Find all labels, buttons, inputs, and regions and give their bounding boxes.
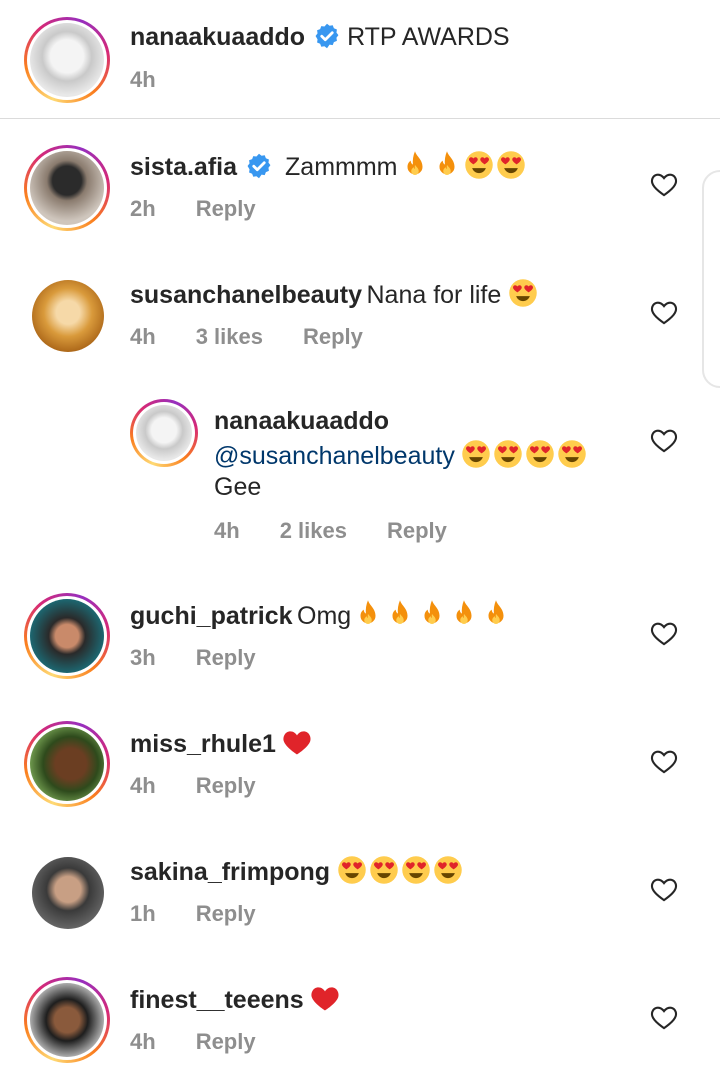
comment-time: 1h: [130, 901, 156, 926]
fire-emoji-icon: [481, 599, 511, 629]
like-heart-icon[interactable]: [650, 299, 678, 325]
comment-text: Nana for life: [366, 281, 502, 309]
commenter-avatar[interactable]: [24, 721, 110, 807]
comment-username[interactable]: finest__teeens: [130, 986, 304, 1014]
commenter-avatar[interactable]: [24, 977, 110, 1063]
heart-eyes-emoji-icon: [557, 439, 587, 469]
comment-username[interactable]: miss_rhule1: [130, 730, 276, 758]
fire-emoji-icon: [353, 599, 383, 629]
comment-time: 4h: [130, 324, 156, 349]
comment-meta: 4h Reply: [130, 1029, 296, 1055]
heart-eyes-emoji-icon: [461, 439, 491, 469]
caption-time: 4h: [130, 67, 156, 92]
fire-emoji-icon: [417, 599, 447, 629]
red-heart-emoji-icon: [282, 727, 312, 757]
comment-username[interactable]: sakina_frimpong: [130, 858, 330, 886]
heart-eyes-emoji-icon: [401, 855, 431, 885]
heart-eyes-emoji-icon: [496, 150, 526, 180]
fire-emoji-icon: [432, 150, 462, 180]
commenter-avatar[interactable]: [32, 280, 104, 352]
heart-eyes-emoji-icon: [525, 439, 555, 469]
comment-meta: 4h 3 likes Reply: [130, 324, 403, 350]
comment-text: Omg: [297, 602, 352, 630]
reply-button[interactable]: Reply: [196, 196, 256, 221]
heart-eyes-emoji-icon: [433, 855, 463, 885]
comment-text: Gee: [214, 473, 262, 501]
caption-username[interactable]: nanaakuaaddo: [130, 23, 305, 51]
commenter-avatar[interactable]: [24, 145, 110, 231]
heart-eyes-emoji-icon: [337, 855, 367, 885]
comment-time: 4h: [130, 1029, 156, 1054]
comment-meta: 1h Reply: [130, 901, 296, 927]
comment-meta: 4h 2 likes Reply: [214, 518, 487, 544]
comment-username[interactable]: susanchanelbeauty: [130, 281, 362, 309]
red-heart-emoji-icon: [310, 983, 340, 1013]
reply-button[interactable]: Reply: [196, 901, 256, 926]
comment-text: Zammmm: [285, 153, 398, 181]
comment-likes[interactable]: 3 likes: [196, 324, 263, 349]
reply-button[interactable]: Reply: [303, 324, 363, 349]
fire-emoji-icon: [385, 599, 415, 629]
verified-badge-icon: [313, 22, 341, 50]
heart-eyes-emoji-icon: [493, 439, 523, 469]
comment-username[interactable]: sista.afia: [130, 153, 237, 181]
comment-username[interactable]: guchi_patrick: [130, 602, 293, 630]
commenter-avatar[interactable]: [32, 857, 104, 929]
post-caption: nanaakuaaddo RTP AWARDS 4h: [0, 0, 720, 118]
mention-link[interactable]: @susanchanelbeauty: [214, 442, 455, 470]
heart-eyes-emoji-icon: [369, 855, 399, 885]
fire-emoji-icon: [400, 150, 430, 180]
like-heart-icon[interactable]: [650, 748, 678, 774]
comment-time: 4h: [214, 518, 240, 543]
scrollbar-edge: [702, 170, 720, 388]
caption-text: RTP AWARDS: [347, 23, 510, 51]
commenter-avatar[interactable]: [24, 593, 110, 679]
reply-button[interactable]: Reply: [196, 645, 256, 670]
like-heart-icon[interactable]: [650, 1004, 678, 1030]
caption-divider: [0, 118, 720, 119]
reply-button[interactable]: Reply: [387, 518, 447, 543]
like-heart-icon[interactable]: [650, 427, 678, 453]
comment-username[interactable]: nanaakuaaddo: [214, 407, 389, 435]
comment-time: 4h: [130, 773, 156, 798]
reply-button[interactable]: Reply: [196, 773, 256, 798]
caption-avatar[interactable]: [24, 17, 110, 103]
comment-meta: 3h Reply: [130, 645, 296, 671]
like-heart-icon[interactable]: [650, 620, 678, 646]
heart-eyes-emoji-icon: [464, 150, 494, 180]
reply-button[interactable]: Reply: [196, 1029, 256, 1054]
comment-time: 2h: [130, 196, 156, 221]
comment-likes[interactable]: 2 likes: [280, 518, 347, 543]
commenter-avatar[interactable]: [130, 399, 198, 467]
comment-meta: 2h Reply: [130, 196, 296, 222]
fire-emoji-icon: [449, 599, 479, 629]
verified-badge-icon: [245, 152, 273, 180]
like-heart-icon[interactable]: [650, 876, 678, 902]
comment-meta: 4h Reply: [130, 773, 296, 799]
heart-eyes-emoji-icon: [508, 278, 538, 308]
comment-time: 3h: [130, 645, 156, 670]
like-heart-icon[interactable]: [650, 171, 678, 197]
